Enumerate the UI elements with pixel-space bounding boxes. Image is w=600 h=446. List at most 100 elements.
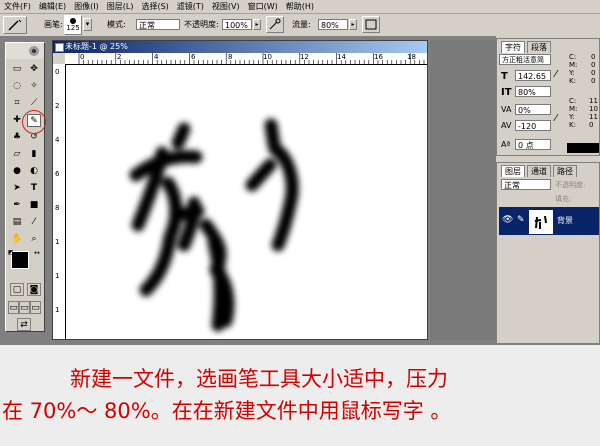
opacity-arrow-icon[interactable]: ▸: [253, 19, 261, 30]
flow-input-value: 80%: [321, 21, 339, 30]
clone-stamp-tool-icon[interactable]: ♣: [10, 131, 24, 144]
notes-tool-icon[interactable]: ▤: [10, 216, 24, 229]
marquee-tool-icon[interactable]: ▭: [10, 63, 24, 76]
font-family-select[interactable]: 方正粗活意简: [499, 54, 551, 65]
lasso-tool-icon[interactable]: ◌: [10, 80, 24, 93]
screen-mode-full-icon[interactable]: ▭: [30, 301, 41, 314]
standard-mode-icon[interactable]: ▢: [10, 283, 24, 296]
font-size-input[interactable]: 142.65: [515, 70, 551, 81]
cmyk-readout-bottom: C: M: Y: K:: [569, 97, 577, 129]
foreground-color-swatch[interactable]: [11, 251, 29, 269]
font-size-value: 142.65: [518, 72, 546, 81]
paths-tab[interactable]: 路径: [553, 165, 577, 177]
baseline-input[interactable]: 0 点: [515, 139, 551, 150]
cmyk2-label-k: K:: [569, 121, 576, 129]
mode-select[interactable]: 正常: [136, 19, 180, 30]
screen-mode-standard-icon[interactable]: ▭: [8, 301, 19, 314]
blur-tool-icon[interactable]: ●: [10, 165, 24, 178]
opacity-input-value: 100%: [225, 21, 248, 30]
brush-tool-icon: [8, 19, 22, 31]
hand-tool-icon[interactable]: ✋: [10, 233, 24, 246]
eraser-tool-icon[interactable]: ▱: [10, 148, 24, 161]
layer-fill-label: 填充:: [555, 195, 572, 203]
swap-colors-icon[interactable]: ↔: [34, 249, 40, 257]
cmyk2-value-c: 11: [589, 97, 598, 105]
layers-tab[interactable]: 图层: [501, 165, 525, 177]
blend-mode-select[interactable]: 正常: [501, 179, 551, 190]
vruler-label-10: 1: [55, 238, 60, 246]
vruler-label-8: 8: [55, 204, 60, 212]
airbrush-icon: [269, 18, 281, 30]
blend-mode-value: 正常: [504, 181, 520, 190]
layer-visibility-eye-icon[interactable]: 👁: [502, 215, 513, 225]
caption-line-2: 在 70%～ 80%。在在新建文件中用鼠标写字 。: [2, 399, 452, 423]
jump-to-imageready-icon[interactable]: ⇄: [17, 318, 31, 331]
menu-layer[interactable]: 图层(L): [103, 0, 138, 13]
cmyk-readout-top: C: M: Y: K:: [569, 53, 577, 85]
gradient-tool-icon[interactable]: ▮: [27, 148, 41, 161]
brush-dropdown-arrow-icon[interactable]: ▾: [83, 18, 92, 31]
eyedropper-tool-icon[interactable]: ⁄: [27, 216, 41, 229]
magic-wand-tool-icon[interactable]: ✧: [27, 80, 41, 93]
tracking-input[interactable]: -120: [515, 120, 551, 131]
tracking-icon: VA: [501, 105, 512, 114]
toolbox-header: [6, 43, 44, 59]
brush-size-value: 125: [66, 24, 80, 32]
ruler-label-6: 6: [191, 53, 196, 61]
layer-row-background[interactable]: 👁 ✎ 背景: [499, 207, 599, 235]
dodge-tool-icon[interactable]: ◐: [27, 165, 41, 178]
cmyk-label-c: C:: [569, 53, 577, 61]
shape-tool-icon[interactable]: ■: [27, 199, 41, 212]
ruler-label-4: 4: [154, 53, 159, 61]
toolbox: ▭ ✥ ◌ ✧ ⌗ ⟋ ✚ ✎ ♣ ↺ ▱ ▮ ● ◐ ➤ T ✒ ■ ▤ ⁄ …: [5, 42, 45, 332]
brush-preset-picker[interactable]: 125: [64, 15, 82, 35]
leading-input[interactable]: 80%: [515, 86, 551, 97]
character-tab[interactable]: 字符: [501, 41, 525, 53]
menu-file[interactable]: 文件(F): [0, 0, 35, 13]
document-titlebar: 未标题-1 @ 25%: [53, 41, 427, 53]
menu-bar: 文件(F) 编辑(E) 图像(I) 图层(L) 选择(S) 滤镜(T) 视图(V) 窗口(W)…: [0, 0, 600, 14]
menu-filter[interactable]: 滤镜(T): [173, 0, 208, 13]
ruler-label-16: 16: [374, 53, 383, 61]
slice-tool-icon[interactable]: ⟋: [27, 97, 41, 110]
opacity-input[interactable]: 100%: [222, 19, 252, 30]
move-tool-icon[interactable]: ✥: [27, 63, 41, 76]
screen-mode-full-menu-icon[interactable]: ▭: [19, 301, 30, 314]
zoom-tool-icon[interactable]: ⌕: [27, 233, 41, 246]
menu-image[interactable]: 图像(I): [70, 0, 103, 13]
document-canvas[interactable]: [66, 65, 427, 339]
cmyk-label-m: M:: [569, 61, 578, 69]
brushes-palette-toggle[interactable]: [362, 16, 380, 33]
character-panel: 字符 段落 方正粗活意简 T 142.65 IT 80% VA 0% AV -1…: [496, 38, 600, 156]
layer-brush-icon: ✎: [517, 215, 525, 225]
type-tool-icon[interactable]: T: [27, 182, 41, 195]
ruler-label-2: 2: [117, 53, 122, 61]
airbrush-toggle[interactable]: [266, 16, 284, 33]
tool-preset-picker[interactable]: [3, 16, 27, 34]
menu-edit[interactable]: 编辑(E): [35, 0, 70, 13]
quick-mask-icon[interactable]: ◙: [27, 283, 41, 296]
channels-tab[interactable]: 通道: [527, 165, 551, 177]
vruler-label-0: 0: [55, 68, 60, 76]
cmyk2-label-y: Y:: [569, 113, 575, 121]
menu-help[interactable]: 帮助(H): [282, 0, 318, 13]
text-color-swatch[interactable]: [567, 143, 599, 153]
crop-tool-icon[interactable]: ⌗: [10, 97, 24, 110]
vruler-label-12: 1: [55, 272, 60, 280]
mode-label: 模式:: [107, 20, 126, 29]
cmyk-values-top: 0 0 0 0: [591, 53, 595, 85]
pen-tool-icon[interactable]: ✒: [10, 199, 24, 212]
menu-window[interactable]: 窗口(W): [244, 0, 282, 13]
flow-arrow-icon[interactable]: ▸: [349, 19, 357, 30]
baseline-shift-icon: Aª: [501, 140, 511, 149]
layer-opacity-label: 不透明度:: [555, 181, 586, 189]
flow-input[interactable]: 80%: [318, 19, 348, 30]
default-colors-icon[interactable]: ◩: [8, 249, 14, 256]
path-selection-tool-icon[interactable]: ➤: [10, 182, 24, 195]
menu-view[interactable]: 视图(V): [208, 0, 244, 13]
menu-select[interactable]: 选择(S): [137, 0, 172, 13]
paragraph-tab[interactable]: 段落: [527, 41, 551, 53]
kerning-input[interactable]: 0%: [515, 104, 551, 115]
caption-line-1: 新建一文件，选画笔工具大小适中，压力: [70, 367, 448, 391]
adobe-eye-icon: [29, 46, 39, 56]
